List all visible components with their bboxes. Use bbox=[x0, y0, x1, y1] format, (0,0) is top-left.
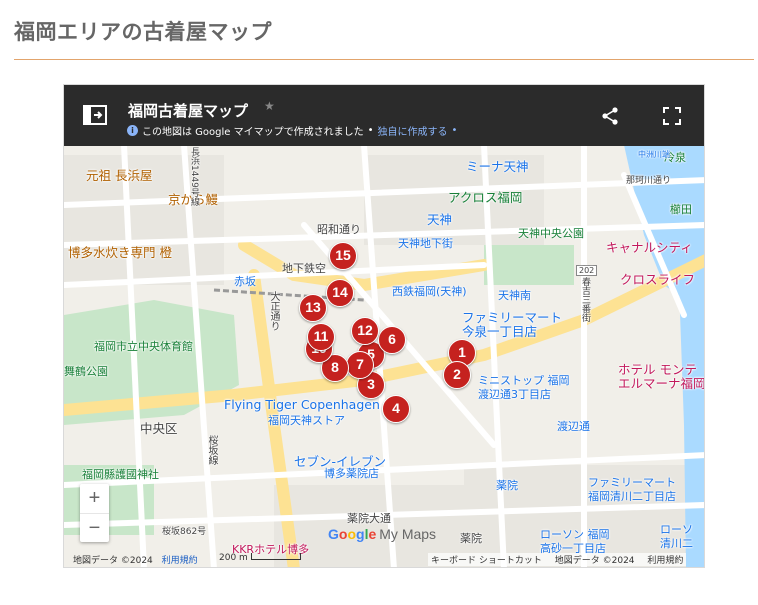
scale-bar[interactable] bbox=[251, 553, 301, 560]
map-label-kushida[interactable]: 櫛田 bbox=[670, 201, 692, 217]
zoom-out-button[interactable]: − bbox=[80, 513, 109, 542]
star-icon[interactable]: ★ bbox=[264, 99, 275, 113]
map-title: 福岡古着屋マップ bbox=[128, 102, 249, 120]
map-label-chuo-ku: 中央区 bbox=[140, 421, 178, 436]
map-data-credit: 地図データ ©2024 bbox=[73, 556, 153, 566]
map-label-yakuin2: 薬院 bbox=[460, 532, 482, 545]
terms-link[interactable]: 利用規約 bbox=[162, 556, 198, 566]
map-label-subway: 地下鉄空 bbox=[282, 262, 326, 275]
shop-pin[interactable]: 12 bbox=[351, 317, 379, 345]
scale-label[interactable]: 200 m bbox=[219, 553, 248, 563]
map-label-yakuin-odori: 薬院大通 bbox=[347, 512, 391, 525]
map-label-motoso[interactable]: 元祖 長浜屋 bbox=[86, 165, 152, 184]
map-label-gokoku[interactable]: 福岡縣護國神社 bbox=[82, 466, 159, 482]
map-label-canal-city[interactable]: キャナルシティ bbox=[606, 237, 693, 256]
map-attribution-left: 地図データ ©2024 利用規約 bbox=[73, 553, 198, 566]
terms-link-right[interactable]: 利用規約 bbox=[647, 556, 683, 566]
map-label-yakuin-station[interactable]: 薬院 bbox=[496, 477, 518, 493]
map-subtitle: i この地図は Google マイマップで作成されました • 独自に作成する • bbox=[127, 123, 457, 138]
shop-pin[interactable]: 7 bbox=[346, 351, 374, 379]
shop-pin[interactable]: 6 bbox=[378, 326, 406, 354]
title-divider bbox=[14, 59, 754, 60]
google-my-maps-logo: Google My Maps bbox=[328, 526, 437, 542]
shop-pin[interactable]: 13 bbox=[299, 294, 327, 322]
shop-pin[interactable]: 15 bbox=[329, 242, 357, 270]
map-label-acros[interactable]: アクロス福岡 bbox=[448, 187, 522, 206]
map-label-hakata-mizutaki[interactable]: 博多水炊き専門 橙 bbox=[68, 242, 172, 261]
map-label-watanabe-dori[interactable]: 渡辺通 bbox=[557, 418, 590, 434]
share-icon[interactable] bbox=[600, 106, 620, 126]
map-data-credit-right: 地図データ ©2024 bbox=[554, 556, 635, 566]
map-label-haruyoshi: 春吉三番街 bbox=[580, 277, 590, 322]
shop-pin[interactable]: 4 bbox=[382, 395, 410, 423]
map-subtitle-text: この地図は Google マイマップで作成されました bbox=[142, 127, 364, 138]
map-label-sakurazaka-line: 桜坂線 bbox=[206, 435, 217, 465]
subtitle-separator-2: • bbox=[451, 125, 458, 136]
map-label-nakasu[interactable]: 中洲川端 bbox=[638, 149, 670, 160]
map-label-tenjin-minami[interactable]: 天神南 bbox=[498, 287, 531, 303]
legend-toggle-icon[interactable] bbox=[82, 103, 108, 127]
shop-pin[interactable]: 2 bbox=[443, 361, 471, 389]
map-label-flying-tiger[interactable]: Flying Tiger Copenhagen bbox=[224, 397, 380, 412]
map-label-hakata-yakuin[interactable]: 博多薬院店 bbox=[324, 465, 379, 481]
shop-pin[interactable]: 14 bbox=[326, 279, 354, 307]
keyboard-shortcuts-link[interactable]: キーボード ショートカット bbox=[431, 556, 542, 566]
shop-pin[interactable]: 11 bbox=[307, 323, 335, 351]
map-label-elmarna[interactable]: エルマーナ福岡 bbox=[618, 373, 704, 392]
map-label-maizuru[interactable]: 舞鶴公園 bbox=[64, 363, 108, 379]
map-label-cross-life[interactable]: クロスライフ bbox=[620, 269, 695, 288]
embedded-map[interactable]: 元祖 長浜屋 京から鰻 博多水炊き専門 橙 昭和通り 地下鉄空 赤坂 大正通り … bbox=[63, 84, 705, 568]
map-label-tenjin-chikagai[interactable]: 天神地下街 bbox=[398, 235, 453, 251]
zoom-in-button[interactable]: + bbox=[80, 484, 109, 513]
map-label-kiyokawa-2[interactable]: 清川二 bbox=[660, 535, 693, 551]
map-label-mina-tenjin[interactable]: ミーナ天神 bbox=[466, 156, 529, 175]
zoom-controls: + − bbox=[80, 484, 109, 542]
create-own-map-link[interactable]: 独自に作成する bbox=[378, 123, 448, 138]
info-icon: i bbox=[127, 125, 138, 136]
map-attribution-right: キーボード ショートカット 地図データ ©2024 利用規約 bbox=[428, 553, 687, 566]
map-label-watanabe[interactable]: 渡辺通3丁目店 bbox=[478, 386, 551, 402]
map-label-akasaka[interactable]: 赤坂 bbox=[234, 273, 256, 289]
map-label-taiikukan[interactable]: 福岡市立中央体育館 bbox=[94, 338, 193, 354]
map-label-showa-dori: 昭和通り bbox=[317, 223, 361, 236]
route-202-badge: 202 bbox=[576, 265, 598, 276]
map-label-tenjin[interactable]: 天神 bbox=[427, 209, 452, 228]
map-label-tenjin-store[interactable]: 福岡天神ストア bbox=[268, 412, 345, 428]
subtitle-separator: • bbox=[367, 125, 374, 136]
map-header: 福岡古着屋マップ ★ i この地図は Google マイマップで作成されました … bbox=[64, 85, 704, 146]
map-label-nagahama: 長浜1449号線 bbox=[189, 147, 199, 206]
map-label-nishitetsu[interactable]: 西鉄福岡(天神) bbox=[392, 283, 467, 299]
map-label-kiyokawa[interactable]: 福岡清川二丁目店 bbox=[588, 488, 676, 504]
map-label-imaizumi[interactable]: 今泉一丁目店 bbox=[462, 321, 537, 340]
map-label-tenjin-chuo[interactable]: 天神中央公園 bbox=[518, 225, 584, 241]
fullscreen-icon[interactable] bbox=[662, 106, 682, 126]
map-label-nakagawa-dori: 那珂川通り bbox=[626, 176, 672, 186]
page-title: 福岡エリアの古着屋マップ bbox=[14, 20, 272, 44]
map-label-taisho-dori: 大正通り bbox=[268, 291, 279, 331]
map-label-sakurazaka862: 桜坂862号 bbox=[162, 527, 207, 537]
